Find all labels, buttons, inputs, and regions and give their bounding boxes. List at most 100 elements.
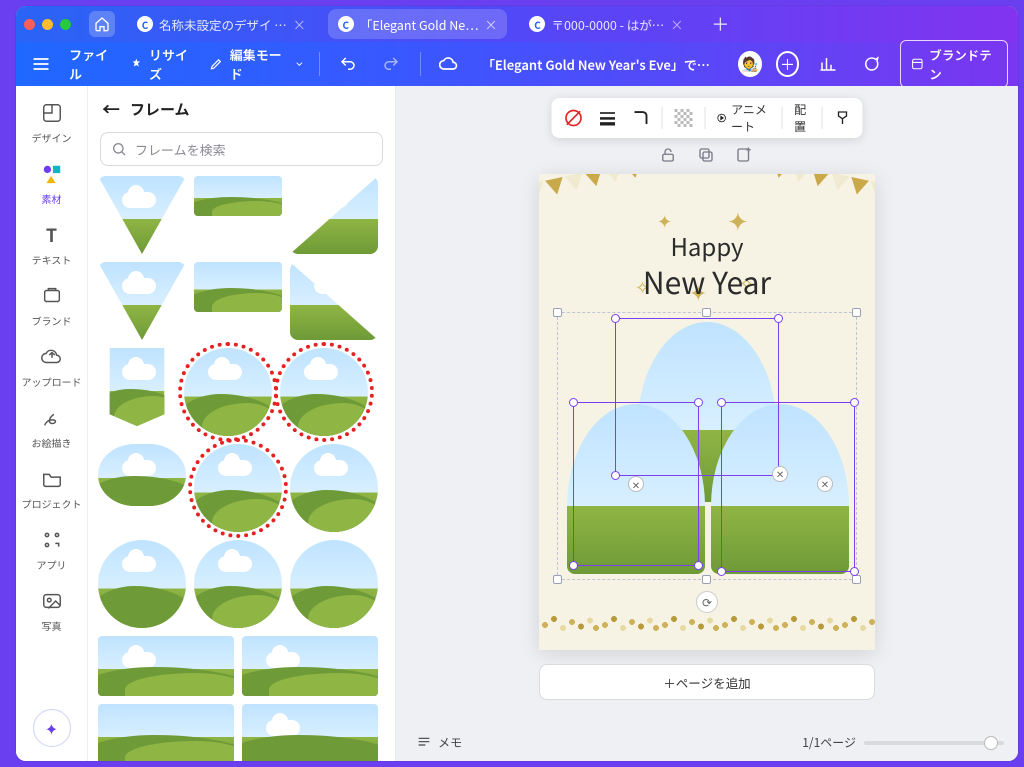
apps-icon (39, 527, 65, 553)
analytics-button[interactable] (813, 48, 842, 80)
swap-handle-icon[interactable]: ✕ (817, 476, 833, 492)
tab-label: 〒000-0000 - はが… (551, 15, 664, 34)
selection-box[interactable]: ✕ (573, 402, 699, 566)
draw-icon (39, 405, 65, 431)
position-button[interactable]: 配置 (792, 97, 812, 139)
template-icon (39, 100, 65, 126)
magic-button[interactable]: ✦ (33, 709, 71, 747)
zoom-thumb[interactable] (984, 736, 998, 750)
corner-radius-button[interactable] (630, 105, 652, 131)
text-icon: T (39, 222, 65, 248)
resize-menu[interactable]: リサイズ (130, 45, 195, 83)
menu-button[interactable] (26, 48, 55, 80)
close-tab-icon[interactable]: × (293, 15, 306, 34)
swap-handle-icon[interactable]: ✕ (772, 466, 788, 482)
canvas-stage[interactable]: アニメート 配置 ✦ ✦ ✧ (396, 86, 1018, 761)
search-icon (111, 141, 127, 157)
notes-button[interactable]: メモ (416, 734, 462, 751)
swap-handle-icon[interactable]: ✕ (628, 476, 644, 492)
page-indicator[interactable]: 1/1ページ (802, 734, 856, 751)
rail-photo[interactable]: 写真 (22, 582, 82, 639)
transparency-button[interactable] (672, 105, 694, 131)
line-weight-button[interactable] (596, 104, 620, 132)
status-bar: メモ 1/1ページ (416, 734, 1004, 751)
redo-button[interactable] (377, 48, 406, 80)
browser-tab[interactable]: C 「Elegant Gold Ne… × (328, 9, 508, 39)
rail-upload[interactable]: アップロード (22, 338, 82, 395)
frame-thumb[interactable] (98, 444, 186, 506)
rail-text[interactable]: Tテキスト (22, 216, 82, 273)
home-button[interactable] (89, 11, 115, 37)
lock-page-icon[interactable] (659, 146, 679, 166)
search-input[interactable]: フレームを検索 (100, 132, 383, 166)
new-tab-button[interactable]: ＋ (705, 11, 735, 37)
rail-draw[interactable]: お絵描き (22, 399, 82, 456)
frame-thumb[interactable] (98, 540, 186, 628)
confetti-decor (539, 610, 875, 640)
close-window-icon[interactable] (24, 19, 35, 30)
frame-thumb[interactable] (98, 636, 234, 696)
photo-icon (39, 588, 65, 614)
more-format-button[interactable] (832, 104, 852, 132)
design-page[interactable]: ✦ ✦ ✧ ✦ ✧ Happy New Year (539, 174, 875, 650)
browser-tab[interactable]: C 〒000-0000 - はが… × (519, 9, 693, 39)
cloud-sync-icon[interactable] (435, 48, 464, 80)
notes-icon (416, 735, 432, 751)
edit-mode-menu[interactable]: 編集モード (209, 45, 304, 83)
duplicate-page-icon[interactable] (697, 146, 717, 166)
brand-template-button[interactable]: ブランドテン (900, 40, 1008, 88)
search-placeholder: フレームを検索 (135, 140, 226, 159)
frame-thumb[interactable] (242, 704, 378, 761)
frame-thumb[interactable] (290, 262, 378, 340)
canva-favicon-icon: C (338, 16, 354, 32)
comment-button[interactable] (857, 48, 886, 80)
frame-thumb[interactable] (98, 348, 176, 426)
frame-thumb[interactable] (290, 540, 378, 628)
traffic-lights (24, 19, 71, 30)
rail-project[interactable]: プロジェクト (22, 460, 82, 517)
add-page-icon[interactable] (735, 146, 755, 166)
frame-thumb-highlighted[interactable] (194, 444, 282, 532)
rail-design[interactable]: デザイン (22, 94, 82, 151)
canva-favicon-icon: C (137, 16, 153, 32)
close-tab-icon[interactable]: × (670, 15, 683, 34)
rotate-handle[interactable]: ⟳ (696, 591, 718, 613)
close-tab-icon[interactable]: × (484, 15, 497, 34)
back-button[interactable]: ← (102, 96, 120, 122)
canva-favicon-icon: C (529, 16, 545, 32)
user-avatar[interactable]: 🧑‍🎨 (738, 51, 762, 77)
rail-brand[interactable]: ブランド (22, 277, 82, 334)
panel-title: フレーム (130, 99, 190, 120)
frame-thumb[interactable] (290, 176, 378, 254)
frame-thumb[interactable] (98, 176, 186, 254)
frame-thumb[interactable] (194, 176, 282, 216)
elements-panel: ← フレーム フレームを検索 (88, 86, 396, 761)
undo-button[interactable] (334, 48, 363, 80)
browser-tab[interactable]: C 名称未設定のデザイ … × (127, 9, 316, 39)
frame-thumb[interactable] (242, 636, 378, 696)
frame-thumb[interactable] (194, 540, 282, 628)
frame-thumb[interactable] (98, 704, 234, 761)
frame-thumb[interactable] (194, 262, 282, 312)
frame-thumb[interactable] (290, 444, 378, 532)
frame-thumb-highlighted[interactable] (184, 348, 272, 436)
zoom-window-icon[interactable] (60, 19, 71, 30)
tab-label: 名称未設定のデザイ … (159, 15, 287, 34)
selection-box[interactable]: ✕ ✕ (721, 402, 855, 572)
file-menu[interactable]: ファイル (69, 45, 116, 83)
animate-button[interactable]: アニメート (715, 97, 772, 139)
rail-apps[interactable]: アプリ (22, 521, 82, 578)
document-title[interactable]: 「Elegant Gold New Year's Eve」で… (482, 55, 710, 74)
share-add-button[interactable]: ＋ (776, 51, 800, 77)
page-quick-tools (659, 146, 755, 166)
rail-elements[interactable]: 素材 (22, 155, 82, 212)
frame-grid (88, 176, 395, 761)
greeting-text[interactable]: Happy New Year (539, 228, 875, 303)
frame-thumb[interactable] (98, 262, 186, 340)
minimize-window-icon[interactable] (42, 19, 53, 30)
add-page-button[interactable]: ＋ページを追加 (539, 664, 875, 700)
no-outline-button[interactable] (562, 104, 586, 132)
side-rail: デザイン 素材 Tテキスト ブランド アップロード お絵描き プロジェクト アプ… (16, 86, 88, 761)
frame-thumb-highlighted[interactable] (280, 348, 368, 436)
zoom-slider[interactable] (864, 741, 1004, 745)
